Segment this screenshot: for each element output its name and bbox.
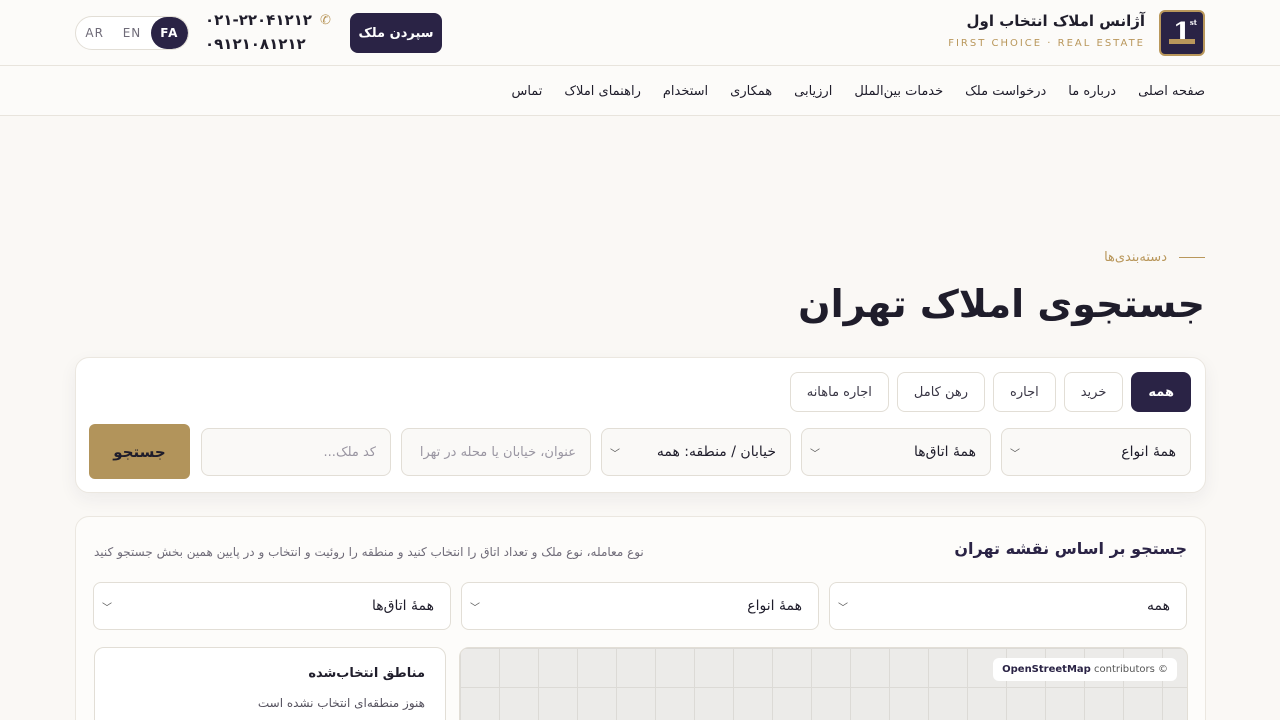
nav-item-careers[interactable]: استخدام <box>663 84 708 99</box>
chevron-down-icon: ﹀ <box>610 448 620 460</box>
brand-logo[interactable]: 1 st <box>1159 10 1205 56</box>
selected-areas-box: مناطق انتخاب‌شده هنوز منطقه‌ای انتخاب نش… <box>94 647 446 720</box>
property-code-field[interactable] <box>201 428 391 476</box>
top-header: 1 st آژانس املاک انتخاب اول FIRST CHOICE… <box>0 0 1280 66</box>
rooms-select[interactable]: همهٔ اتاق‌ها ﹀ <box>801 428 991 476</box>
map-section-title: جستجو بر اساس نقشه تهران <box>954 539 1187 558</box>
phone-numbers: ۰۲۱-۲۲۰۴۱۲۱۲ ✆ ۰۹۱۲۱۰۸۱۲۱۲ <box>205 8 335 56</box>
map-deal-select[interactable]: همه ﹀ <box>829 582 1187 630</box>
phone-icon: ✆ <box>319 12 333 28</box>
tehran-map[interactable]: OpenStreetMap contributors © <box>459 647 1188 720</box>
main-nav: صفحه اصلی درباره ما درخواست ملک خدمات بی… <box>0 66 1280 116</box>
lang-ar-button[interactable]: AR <box>76 17 113 49</box>
map-rooms-value: همهٔ اتاق‌ها <box>372 598 434 614</box>
eyebrow-line <box>1179 257 1205 258</box>
nav-list: صفحه اصلی درباره ما درخواست ملک خدمات بی… <box>511 66 1205 116</box>
lang-en-button[interactable]: EN <box>113 17 150 49</box>
language-switcher: AR EN FA <box>75 16 189 50</box>
phone-row-1[interactable]: ۰۲۱-۲۲۰۴۱۲۱۲ ✆ <box>205 8 335 32</box>
tab-rent[interactable]: اجاره <box>993 372 1056 412</box>
chevron-down-icon: ﹀ <box>470 602 480 614</box>
eyebrow-text: دسته‌بندی‌ها <box>1104 250 1167 265</box>
nav-item-guide[interactable]: راهنمای املاک <box>564 84 640 99</box>
phone-row-2[interactable]: ۰۹۱۲۱۰۸۱۲۱۲ <box>205 32 335 56</box>
search-panel: همه خرید اجاره رهن کامل اجاره ماهانه همه… <box>75 357 1206 493</box>
brand-subtitle: FIRST CHOICE · REAL ESTATE <box>948 38 1145 49</box>
nav-item-request[interactable]: درخواست ملک <box>965 84 1046 99</box>
chevron-down-icon: ﹀ <box>838 602 848 614</box>
page-title: جستجوی املاک تهران <box>798 282 1205 326</box>
map-deal-value: همه <box>1147 598 1170 614</box>
area-value: خیابان / منطقه: همه <box>656 444 776 460</box>
selected-areas-title: مناطق انتخاب‌شده <box>308 666 425 681</box>
title-search-input[interactable] <box>416 444 576 460</box>
lang-fa-button[interactable]: FA <box>150 17 188 49</box>
rooms-value: همهٔ اتاق‌ها <box>914 444 976 460</box>
search-button[interactable]: جستجو <box>89 424 190 479</box>
deal-type-tabs: همه خرید اجاره رهن کامل اجاره ماهانه <box>789 372 1191 412</box>
logo-strip <box>1169 39 1195 44</box>
nav-item-home[interactable]: صفحه اصلی <box>1138 84 1205 99</box>
tab-full-mortgage[interactable]: رهن کامل <box>896 372 986 412</box>
area-select[interactable]: خیابان / منطقه: همه ﹀ <box>601 428 791 476</box>
osm-brand[interactable]: OpenStreetMap <box>1002 664 1091 675</box>
chevron-down-icon: ﹀ <box>102 602 112 614</box>
map-type-select[interactable]: همهٔ انواع ﹀ <box>461 582 819 630</box>
title-search-field[interactable] <box>401 428 591 476</box>
tab-all[interactable]: همه <box>1131 372 1191 412</box>
nav-item-contact[interactable]: تماس <box>511 84 542 99</box>
nav-item-valuation[interactable]: ارزیابی <box>794 84 832 99</box>
phone-number-2[interactable]: ۰۹۱۲۱۰۸۱۲۱۲ <box>205 35 306 53</box>
nav-item-about[interactable]: درباره ما <box>1068 84 1116 99</box>
section-eyebrow: دسته‌بندی‌ها <box>1104 250 1205 265</box>
brand-title[interactable]: آژانس املاک انتخاب اول <box>967 12 1146 30</box>
osm-contributors: contributors © <box>1094 664 1168 675</box>
tab-monthly-rent[interactable]: اجاره ماهانه <box>789 372 889 412</box>
property-type-value: همهٔ انواع <box>1121 444 1176 460</box>
map-type-value: همهٔ انواع <box>747 598 802 614</box>
map-section-hint: نوع معامله، نوع ملک و تعداد اتاق را انتخ… <box>94 545 644 559</box>
nav-item-international[interactable]: خدمات بین‌الملل <box>854 84 943 99</box>
map-rooms-select[interactable]: همهٔ اتاق‌ها ﹀ <box>93 582 451 630</box>
chevron-down-icon: ﹀ <box>1010 448 1020 460</box>
selected-areas-empty: هنوز منطقه‌ای انتخاب نشده است <box>257 696 425 710</box>
tab-buy[interactable]: خرید <box>1063 372 1124 412</box>
deposit-property-button[interactable]: سپردن ملک <box>350 13 442 53</box>
logo-superscript: st <box>1189 18 1197 27</box>
map-attribution[interactable]: OpenStreetMap contributors © <box>993 658 1177 681</box>
property-code-input[interactable] <box>216 444 376 460</box>
map-search-panel: جستجو بر اساس نقشه تهران نوع معامله، نوع… <box>75 516 1206 720</box>
property-type-select[interactable]: همهٔ انواع ﹀ <box>1001 428 1191 476</box>
chevron-down-icon: ﹀ <box>810 448 820 460</box>
nav-item-cooperation[interactable]: همکاری <box>730 84 772 99</box>
phone-number-1[interactable]: ۰۲۱-۲۲۰۴۱۲۱۲ <box>205 11 312 29</box>
